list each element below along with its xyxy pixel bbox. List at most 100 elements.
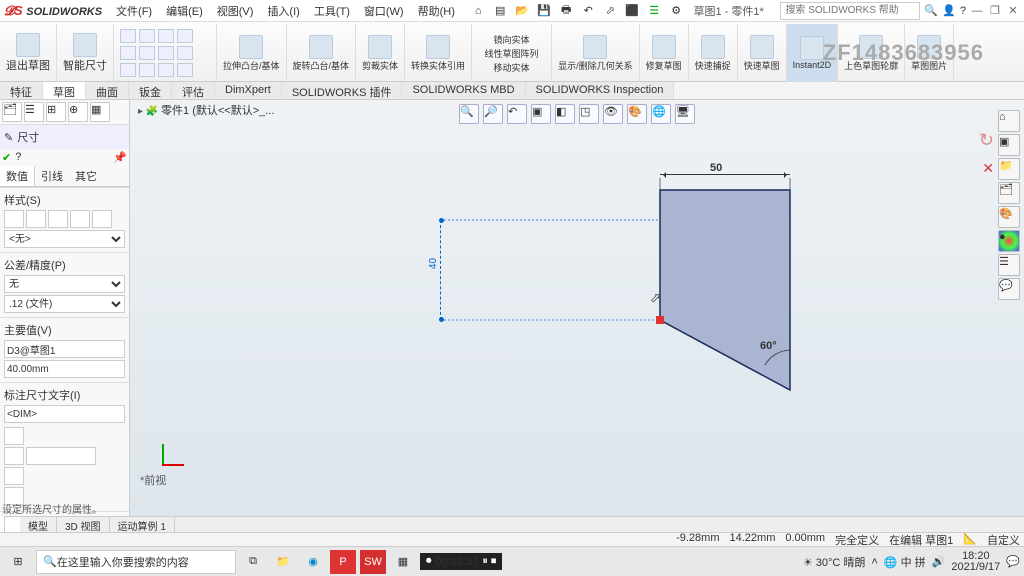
tab-motion[interactable]: 运动算例 1: [110, 517, 175, 532]
appearances-pane-icon[interactable]: ●: [998, 230, 1020, 252]
ime-icon[interactable]: 🌐 中 拼: [884, 554, 926, 570]
revolve-button[interactable]: 旋转凸台/基体: [293, 35, 350, 72]
dimension-vertical[interactable]: [440, 220, 441, 320]
display-tab[interactable]: ▦: [90, 102, 110, 122]
save-icon[interactable]: 💾: [535, 2, 553, 20]
select-icon[interactable]: ⬀: [601, 2, 619, 20]
tolerance-precision-select[interactable]: .12 (文件): [4, 295, 125, 313]
resources-pane-icon[interactable]: ▣: [998, 134, 1020, 156]
minimize-icon[interactable]: —: [970, 4, 984, 18]
linear-pattern-button[interactable]: 线性草图阵列: [485, 47, 539, 60]
tab-model[interactable]: 模型: [20, 517, 57, 532]
relations-button[interactable]: 显示/删除几何关系: [558, 35, 633, 72]
ok-button[interactable]: ✔: [2, 151, 11, 164]
solidworks-taskbar-icon[interactable]: SW: [360, 550, 386, 574]
breadcrumb[interactable]: ▸ 🧩 零件1 (默认<<默认>_...: [138, 102, 274, 118]
tray-chevron-icon[interactable]: ˄: [871, 556, 877, 568]
dimtext-input[interactable]: [4, 405, 125, 423]
menu-insert[interactable]: 插入(I): [261, 1, 305, 21]
text-opt-1[interactable]: [4, 447, 24, 465]
rect-tool[interactable]: [177, 29, 193, 43]
close-icon[interactable]: ✕: [1006, 4, 1020, 18]
new-icon[interactable]: ▤: [491, 2, 509, 20]
apply-scene-icon[interactable]: 🌐: [651, 104, 671, 124]
style-select[interactable]: <无>: [4, 230, 125, 248]
subtab-other[interactable]: 其它: [69, 166, 103, 186]
tab-evaluate[interactable]: 评估: [172, 82, 215, 99]
style-btn-2[interactable]: [26, 210, 46, 228]
recording-timer[interactable]: ⏺ 00:02:37 ⏸ ⏹: [420, 553, 502, 570]
view-triad[interactable]: [150, 436, 180, 466]
spline-tool[interactable]: [120, 46, 136, 60]
edit-appearance-icon[interactable]: 🎨: [627, 104, 647, 124]
start-button[interactable]: ⊞: [4, 550, 32, 574]
config-tab[interactable]: ⊞: [46, 102, 66, 122]
help-button[interactable]: ?: [15, 151, 21, 164]
app-icon-1[interactable]: P: [330, 550, 356, 574]
dimension-vertical-value[interactable]: 40: [428, 258, 439, 269]
section-view-icon[interactable]: ▣: [531, 104, 551, 124]
dimension-horizontal-value[interactable]: 50: [710, 162, 722, 174]
edge-icon[interactable]: ◉: [300, 550, 326, 574]
dimension-angle-value[interactable]: 60°: [760, 340, 777, 352]
tab-inspection[interactable]: SOLIDWORKS Inspection: [526, 82, 675, 99]
menu-window[interactable]: 窗口(W): [358, 1, 410, 21]
dimension-horizontal[interactable]: [660, 174, 790, 175]
style-btn-1[interactable]: [4, 210, 24, 228]
notifications-icon[interactable]: 💬: [1006, 555, 1020, 568]
home-icon[interactable]: ⌂: [469, 2, 487, 20]
hide-show-icon[interactable]: 👁: [603, 104, 623, 124]
tab-sheetmetal[interactable]: 钣金: [129, 82, 172, 99]
tab-dimxpert[interactable]: DimXpert: [215, 82, 282, 99]
extrude-button[interactable]: 拉伸凸台/基体: [223, 35, 280, 72]
view-orient-icon[interactable]: ◧: [555, 104, 575, 124]
volume-icon[interactable]: 🔊: [932, 555, 946, 568]
mirror-button[interactable]: 镜向实体: [494, 33, 530, 46]
search-icon[interactable]: 🔍: [924, 4, 938, 17]
close-sketch-icon[interactable]: ✕: [982, 160, 994, 177]
text-opt-input-1[interactable]: [26, 447, 96, 465]
app-icon-2[interactable]: ▦: [390, 550, 416, 574]
tab-surfaces[interactable]: 曲面: [86, 82, 129, 99]
restore-icon[interactable]: ❐: [988, 4, 1002, 18]
subtab-value[interactable]: 数值: [0, 166, 35, 186]
arc-tool[interactable]: [139, 29, 155, 43]
exit-sketch-button[interactable]: 退出草图: [6, 33, 50, 73]
graphics-area[interactable]: 🔍 🔎 ↶ ▣ ◧ ◳ 👁 🎨 🌐 🖥 ▸ 🧩 零件1 (默认<<默认>_...…: [130, 100, 1024, 516]
tab-sketch[interactable]: 草图: [43, 82, 86, 99]
options-icon[interactable]: ☰: [645, 2, 663, 20]
style-btn-3[interactable]: [48, 210, 68, 228]
convert-button[interactable]: 转换实体引用: [411, 35, 465, 72]
library-pane-icon[interactable]: 📁: [998, 158, 1020, 180]
dimension-name-input[interactable]: [4, 340, 125, 358]
tab-mbd[interactable]: SOLIDWORKS MBD: [402, 82, 525, 99]
dimension-value-input[interactable]: [4, 360, 125, 378]
open-icon[interactable]: 📂: [513, 2, 531, 20]
fillet-tool[interactable]: [177, 46, 193, 60]
view-settings-icon[interactable]: 🖥: [675, 104, 695, 124]
home-pane-icon[interactable]: ⌂: [998, 110, 1020, 132]
text-opt-2[interactable]: [4, 467, 24, 485]
menu-tools[interactable]: 工具(T): [308, 1, 356, 21]
menu-edit[interactable]: 编辑(E): [160, 1, 209, 21]
explorer-icon[interactable]: 📁: [270, 550, 296, 574]
windows-search-input[interactable]: 🔍 在这里输入你要搜索的内容: [36, 550, 236, 574]
slot-tool[interactable]: [158, 63, 174, 77]
style-btn-5[interactable]: [92, 210, 112, 228]
subtab-leaders[interactable]: 引线: [35, 166, 69, 186]
print-icon[interactable]: 🖶: [557, 2, 575, 20]
property-tab[interactable]: ☰: [24, 102, 44, 122]
polygon-tool[interactable]: [139, 46, 155, 60]
forum-pane-icon[interactable]: 💬: [998, 278, 1020, 300]
explorer-pane-icon[interactable]: 🗂: [998, 182, 1020, 204]
rebuild-icon[interactable]: ⬛: [623, 2, 641, 20]
tab-addins[interactable]: SOLIDWORKS 插件: [282, 82, 403, 99]
settings-icon[interactable]: ⚙: [667, 2, 685, 20]
display-style-icon[interactable]: ◳: [579, 104, 599, 124]
feature-tree-tab[interactable]: 🗂: [2, 102, 22, 122]
point-tool[interactable]: [120, 63, 136, 77]
tab-3dviews[interactable]: 3D 视图: [57, 517, 110, 532]
circle-tool[interactable]: [158, 29, 174, 43]
help-search-input[interactable]: [780, 2, 920, 20]
repair-button[interactable]: 修复草图: [646, 35, 682, 72]
